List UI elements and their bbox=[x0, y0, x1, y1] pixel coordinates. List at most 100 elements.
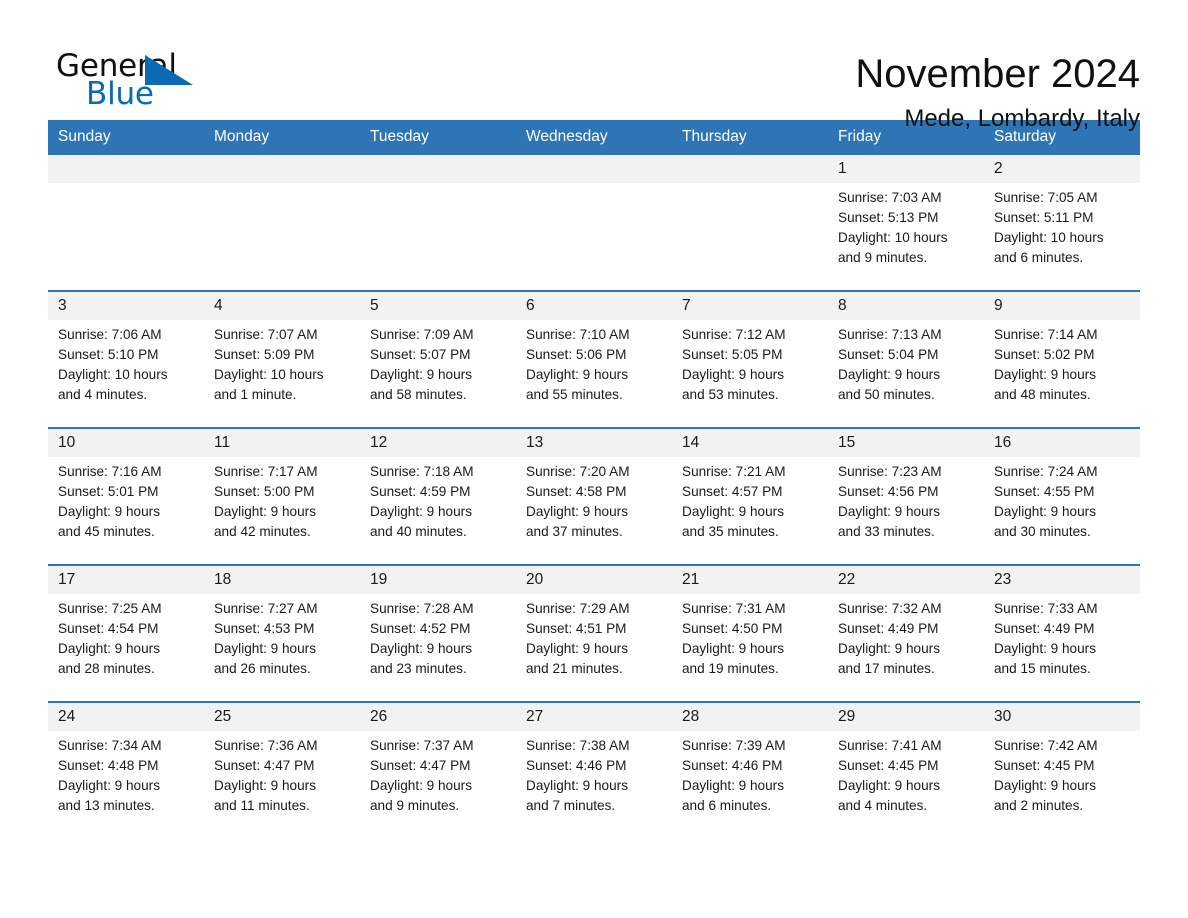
calendar-day-cell[interactable]: 19 Sunrise: 7:28 AM Sunset: 4:52 PM Dayligh… bbox=[360, 566, 516, 701]
calendar-weeks: 1 Sunrise: 7:03 AM Sunset: 5:13 PM Daylight… bbox=[48, 155, 1140, 838]
day-details: Sunrise: 7:17 AM Sunset: 5:00 PM Daylight:… bbox=[204, 457, 360, 542]
daylight-text-line2: and 40 minutes. bbox=[370, 524, 467, 539]
sunset-text: Sunset: 4:47 PM bbox=[370, 758, 471, 773]
day-number: 18 bbox=[204, 566, 360, 594]
calendar-day-cell[interactable]: 8 Sunrise: 7:13 AM Sunset: 5:04 PM Daylight… bbox=[828, 292, 984, 427]
daylight-text-line1: Daylight: 10 hours bbox=[994, 230, 1104, 245]
sunrise-text: Sunrise: 7:18 AM bbox=[370, 464, 474, 479]
calendar-day-cell[interactable]: 4 Sunrise: 7:07 AM Sunset: 5:09 PM Daylight… bbox=[204, 292, 360, 427]
day-number bbox=[516, 155, 672, 183]
day-details: Sunrise: 7:18 AM Sunset: 4:59 PM Daylight:… bbox=[360, 457, 516, 542]
calendar-day-cell[interactable]: 1 Sunrise: 7:03 AM Sunset: 5:13 PM Daylight… bbox=[828, 155, 984, 290]
calendar-week-row: 24 Sunrise: 7:34 AM Sunset: 4:48 PM Dayligh… bbox=[48, 701, 1140, 838]
calendar-day-cell[interactable]: 11 Sunrise: 7:17 AM Sunset: 5:00 PM Dayligh… bbox=[204, 429, 360, 564]
calendar-day-cell[interactable]: 28 Sunrise: 7:39 AM Sunset: 4:46 PM Dayligh… bbox=[672, 703, 828, 838]
day-number: 11 bbox=[204, 429, 360, 457]
daylight-text-line2: and 21 minutes. bbox=[526, 661, 623, 676]
daylight-text-line1: Daylight: 9 hours bbox=[370, 778, 473, 793]
calendar-day-cell[interactable]: 21 Sunrise: 7:31 AM Sunset: 4:50 PM Dayligh… bbox=[672, 566, 828, 701]
sunset-text: Sunset: 4:53 PM bbox=[214, 621, 315, 636]
day-number: 15 bbox=[828, 429, 984, 457]
day-number: 29 bbox=[828, 703, 984, 731]
calendar-day-cell[interactable]: 2 Sunrise: 7:05 AM Sunset: 5:11 PM Daylight… bbox=[984, 155, 1140, 290]
sunset-text: Sunset: 4:49 PM bbox=[838, 621, 939, 636]
daylight-text-line2: and 55 minutes. bbox=[526, 387, 623, 402]
calendar-day-cell[interactable]: 25 Sunrise: 7:36 AM Sunset: 4:47 PM Dayligh… bbox=[204, 703, 360, 838]
day-details: Sunrise: 7:16 AM Sunset: 5:01 PM Daylight:… bbox=[48, 457, 204, 542]
daylight-text-line2: and 28 minutes. bbox=[58, 661, 155, 676]
calendar-day-cell[interactable]: 30 Sunrise: 7:42 AM Sunset: 4:45 PM Dayligh… bbox=[984, 703, 1140, 838]
sunrise-text: Sunrise: 7:27 AM bbox=[214, 601, 318, 616]
calendar-day-cell[interactable]: 29 Sunrise: 7:41 AM Sunset: 4:45 PM Dayligh… bbox=[828, 703, 984, 838]
daylight-text-line1: Daylight: 9 hours bbox=[838, 778, 941, 793]
day-number: 20 bbox=[516, 566, 672, 594]
calendar-day-cell[interactable]: 9 Sunrise: 7:14 AM Sunset: 5:02 PM Daylight… bbox=[984, 292, 1140, 427]
day-number: 6 bbox=[516, 292, 672, 320]
day-number: 21 bbox=[672, 566, 828, 594]
sunrise-text: Sunrise: 7:37 AM bbox=[370, 738, 474, 753]
sunset-text: Sunset: 4:55 PM bbox=[994, 484, 1095, 499]
daylight-text-line2: and 2 minutes. bbox=[994, 798, 1084, 813]
calendar-day-cell[interactable]: 6 Sunrise: 7:10 AM Sunset: 5:06 PM Daylight… bbox=[516, 292, 672, 427]
calendar-day-cell[interactable]: 23 Sunrise: 7:33 AM Sunset: 4:49 PM Dayligh… bbox=[984, 566, 1140, 701]
calendar-day-cell[interactable]: 10 Sunrise: 7:16 AM Sunset: 5:01 PM Dayligh… bbox=[48, 429, 204, 564]
day-number bbox=[672, 155, 828, 183]
day-number: 10 bbox=[48, 429, 204, 457]
sunrise-text: Sunrise: 7:23 AM bbox=[838, 464, 942, 479]
calendar-day-cell[interactable]: 20 Sunrise: 7:29 AM Sunset: 4:51 PM Dayligh… bbox=[516, 566, 672, 701]
calendar-day-cell[interactable]: 16 Sunrise: 7:24 AM Sunset: 4:55 PM Dayligh… bbox=[984, 429, 1140, 564]
sunset-text: Sunset: 4:45 PM bbox=[838, 758, 939, 773]
calendar-day-cell[interactable]: 12 Sunrise: 7:18 AM Sunset: 4:59 PM Dayligh… bbox=[360, 429, 516, 564]
sunrise-text: Sunrise: 7:13 AM bbox=[838, 327, 942, 342]
sunrise-text: Sunrise: 7:14 AM bbox=[994, 327, 1098, 342]
daylight-text-line1: Daylight: 9 hours bbox=[58, 778, 161, 793]
sunset-text: Sunset: 5:09 PM bbox=[214, 347, 315, 362]
calendar-week-row: 17 Sunrise: 7:25 AM Sunset: 4:54 PM Dayligh… bbox=[48, 564, 1140, 701]
daylight-text-line2: and 26 minutes. bbox=[214, 661, 311, 676]
sunrise-text: Sunrise: 7:21 AM bbox=[682, 464, 786, 479]
day-details: Sunrise: 7:13 AM Sunset: 5:04 PM Daylight:… bbox=[828, 320, 984, 405]
daylight-text-line2: and 7 minutes. bbox=[526, 798, 616, 813]
calendar-day-cell[interactable]: 3 Sunrise: 7:06 AM Sunset: 5:10 PM Daylight… bbox=[48, 292, 204, 427]
calendar-day-cell[interactable]: 5 Sunrise: 7:09 AM Sunset: 5:07 PM Daylight… bbox=[360, 292, 516, 427]
daylight-text-line1: Daylight: 9 hours bbox=[526, 778, 629, 793]
daylight-text-line1: Daylight: 9 hours bbox=[526, 641, 629, 656]
calendar-day-cell-empty bbox=[516, 155, 672, 290]
calendar-week-row: 10 Sunrise: 7:16 AM Sunset: 5:01 PM Dayligh… bbox=[48, 427, 1140, 564]
daylight-text-line1: Daylight: 10 hours bbox=[214, 367, 324, 382]
day-details: Sunrise: 7:24 AM Sunset: 4:55 PM Daylight:… bbox=[984, 457, 1140, 542]
logo-word-blue: Blue bbox=[86, 76, 154, 112]
daylight-text-line1: Daylight: 9 hours bbox=[682, 641, 785, 656]
calendar-day-cell[interactable]: 13 Sunrise: 7:20 AM Sunset: 4:58 PM Dayligh… bbox=[516, 429, 672, 564]
daylight-text-line2: and 9 minutes. bbox=[838, 250, 928, 265]
calendar-day-cell[interactable]: 22 Sunrise: 7:32 AM Sunset: 4:49 PM Dayligh… bbox=[828, 566, 984, 701]
weekday-header-row: Sunday Monday Tuesday Wednesday Thursday Frid… bbox=[48, 120, 1140, 155]
sunrise-text: Sunrise: 7:39 AM bbox=[682, 738, 786, 753]
daylight-text-line2: and 37 minutes. bbox=[526, 524, 623, 539]
sunset-text: Sunset: 4:51 PM bbox=[526, 621, 627, 636]
calendar-day-cell[interactable]: 17 Sunrise: 7:25 AM Sunset: 4:54 PM Dayligh… bbox=[48, 566, 204, 701]
day-number: 22 bbox=[828, 566, 984, 594]
daylight-text-line1: Daylight: 9 hours bbox=[58, 641, 161, 656]
sunrise-text: Sunrise: 7:42 AM bbox=[994, 738, 1098, 753]
calendar-day-cell[interactable]: 15 Sunrise: 7:23 AM Sunset: 4:56 PM Dayligh… bbox=[828, 429, 984, 564]
sunset-text: Sunset: 4:45 PM bbox=[994, 758, 1095, 773]
calendar-day-cell[interactable]: 26 Sunrise: 7:37 AM Sunset: 4:47 PM Dayligh… bbox=[360, 703, 516, 838]
calendar-day-cell[interactable]: 14 Sunrise: 7:21 AM Sunset: 4:57 PM Dayligh… bbox=[672, 429, 828, 564]
daylight-text-line2: and 19 minutes. bbox=[682, 661, 779, 676]
daylight-text-line1: Daylight: 9 hours bbox=[838, 641, 941, 656]
calendar-day-cell[interactable]: 7 Sunrise: 7:12 AM Sunset: 5:05 PM Daylight… bbox=[672, 292, 828, 427]
daylight-text-line2: and 48 minutes. bbox=[994, 387, 1091, 402]
daylight-text-line1: Daylight: 9 hours bbox=[994, 367, 1097, 382]
calendar-day-cell[interactable]: 27 Sunrise: 7:38 AM Sunset: 4:46 PM Dayligh… bbox=[516, 703, 672, 838]
sunrise-text: Sunrise: 7:06 AM bbox=[58, 327, 162, 342]
daylight-text-line1: Daylight: 9 hours bbox=[526, 367, 629, 382]
daylight-text-line2: and 42 minutes. bbox=[214, 524, 311, 539]
daylight-text-line2: and 33 minutes. bbox=[838, 524, 935, 539]
sunrise-text: Sunrise: 7:12 AM bbox=[682, 327, 786, 342]
calendar-day-cell[interactable]: 18 Sunrise: 7:27 AM Sunset: 4:53 PM Dayligh… bbox=[204, 566, 360, 701]
calendar-day-cell[interactable]: 24 Sunrise: 7:34 AM Sunset: 4:48 PM Dayligh… bbox=[48, 703, 204, 838]
general-blue-logo[interactable]: General Blue bbox=[48, 48, 198, 112]
sunset-text: Sunset: 4:46 PM bbox=[526, 758, 627, 773]
daylight-text-line2: and 1 minute. bbox=[214, 387, 297, 402]
